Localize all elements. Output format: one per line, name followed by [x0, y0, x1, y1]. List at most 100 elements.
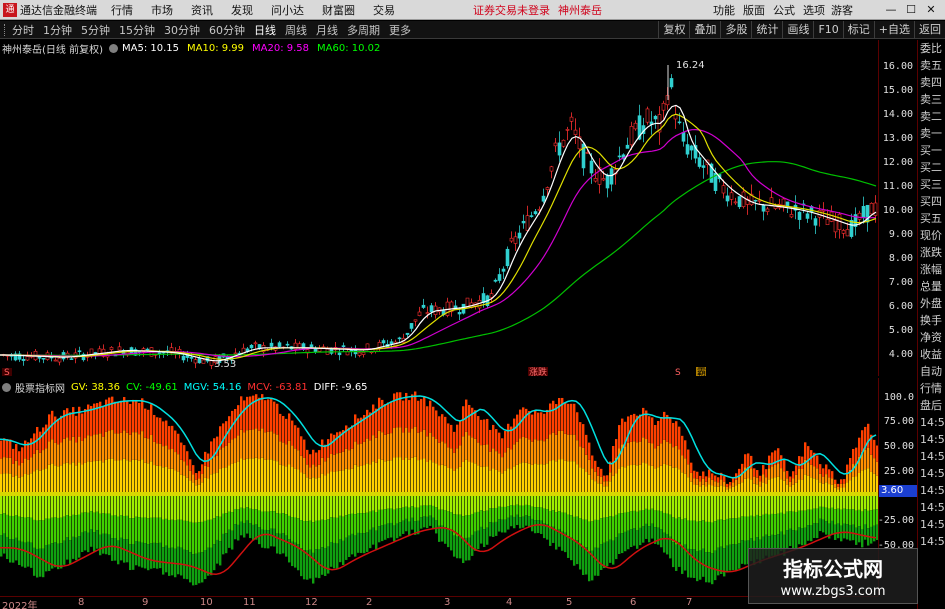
- cv-bar: [81, 496, 84, 513]
- candle-body: [753, 199, 758, 202]
- side-earnings[interactable]: 收益: [918, 346, 945, 363]
- tool-fuquan[interactable]: 复权: [658, 20, 689, 39]
- period-multi[interactable]: 多周期: [347, 22, 380, 38]
- period-15min[interactable]: 15分钟: [119, 22, 155, 38]
- side-turnover[interactable]: 换手: [918, 312, 945, 329]
- side-sell2[interactable]: 卖二: [918, 108, 945, 125]
- menu-gongneng[interactable]: 功能: [713, 2, 735, 18]
- period-5min[interactable]: 5分钟: [81, 22, 110, 38]
- cv-bar: [789, 510, 792, 529]
- side-price[interactable]: 现价: [918, 227, 945, 244]
- gv-bar: [675, 421, 678, 446]
- cv-bar: [540, 496, 543, 508]
- gv-bar: [147, 409, 150, 439]
- menu-jiaoyi[interactable]: 交易: [373, 2, 395, 18]
- gv-bar: [192, 482, 195, 492]
- gv-bar: [687, 477, 690, 492]
- cv-bar: [153, 542, 156, 569]
- side-buy3[interactable]: 买三: [918, 176, 945, 193]
- gv-bar: [765, 477, 768, 485]
- menu-gongshi[interactable]: 公式: [773, 2, 795, 18]
- tool-biaoji[interactable]: 标记: [842, 20, 874, 39]
- cv-bar: [192, 554, 195, 586]
- toolbar-grip-icon[interactable]: [4, 23, 10, 36]
- cv-bar: [429, 504, 432, 516]
- side-buy1[interactable]: 买一: [918, 142, 945, 159]
- gv-bar: [495, 469, 498, 492]
- gv-bar: [702, 478, 705, 485]
- tool-f10[interactable]: F10: [813, 20, 842, 39]
- side-weibi[interactable]: 委比: [918, 40, 945, 57]
- side-outer[interactable]: 外盘: [918, 295, 945, 312]
- cv-bar: [411, 496, 414, 507]
- period-30min[interactable]: 30分钟: [164, 22, 200, 38]
- period-daily[interactable]: 日线: [254, 22, 276, 38]
- gv-bar: [495, 429, 498, 452]
- menu-caifuquan[interactable]: 财富圈: [322, 2, 355, 18]
- side-auto[interactable]: 自动: [918, 363, 945, 380]
- period-monthly[interactable]: 月线: [316, 22, 338, 38]
- candlestick-chart[interactable]: 16.24 3.53 S 涨跌 S 霸: [0, 40, 878, 376]
- side-volume[interactable]: 总量: [918, 278, 945, 295]
- cv-bar: [297, 496, 300, 519]
- cv-bar: [93, 496, 96, 513]
- cv-bar: [435, 520, 438, 534]
- minimize-icon[interactable]: —: [881, 3, 901, 16]
- tool-tongji[interactable]: 统计: [751, 20, 782, 39]
- period-weekly[interactable]: 周线: [285, 22, 307, 38]
- guest-user[interactable]: 游客: [831, 2, 853, 18]
- menu-wenxiaoda[interactable]: 问小达: [271, 2, 304, 18]
- cv-bar: [567, 496, 570, 515]
- cv-bar: [795, 530, 798, 550]
- candle-body: [609, 168, 614, 185]
- close-icon[interactable]: ✕: [921, 3, 941, 16]
- menu-shichang[interactable]: 市场: [151, 2, 173, 18]
- period-60min[interactable]: 60分钟: [209, 22, 245, 38]
- cv-bar: [717, 519, 720, 548]
- login-notice[interactable]: 证券交易未登录: [473, 2, 550, 18]
- gv-bar: [468, 461, 471, 492]
- gv-bar: [129, 403, 132, 435]
- side-sell1[interactable]: 卖一: [918, 125, 945, 142]
- side-buy2[interactable]: 买二: [918, 159, 945, 176]
- cv-bar: [90, 496, 93, 512]
- tool-diejia[interactable]: 叠加: [689, 20, 720, 39]
- cv-bar: [720, 519, 723, 547]
- side-net-asset[interactable]: 净资: [918, 329, 945, 346]
- side-quote[interactable]: 行情: [918, 380, 945, 397]
- side-change-pct[interactable]: 涨幅: [918, 261, 945, 278]
- cv-bar: [672, 542, 675, 568]
- side-after-hours[interactable]: 盘后: [918, 397, 945, 414]
- gv-bar: [480, 419, 483, 446]
- cv-bar: [48, 544, 51, 572]
- side-sell5[interactable]: 卖五: [918, 57, 945, 74]
- tool-add-watchlist[interactable]: +自选: [873, 20, 914, 39]
- menu-xuanxiang[interactable]: 选项: [803, 2, 825, 18]
- side-sell4[interactable]: 卖四: [918, 74, 945, 91]
- side-sell3[interactable]: 卖三: [918, 91, 945, 108]
- cv-bar: [117, 540, 120, 565]
- menu-faxian[interactable]: 发现: [231, 2, 253, 18]
- tool-duogu[interactable]: 多股: [720, 20, 751, 39]
- gv-bar: [570, 434, 573, 462]
- indicator-chart[interactable]: [0, 378, 878, 596]
- tool-huaxian[interactable]: 画线: [782, 20, 813, 39]
- menu-zixun[interactable]: 资讯: [191, 2, 213, 18]
- period-more[interactable]: 更多: [389, 22, 411, 38]
- cv-bar: [417, 496, 420, 508]
- tool-back[interactable]: 返回: [914, 20, 945, 39]
- side-change[interactable]: 涨跌: [918, 244, 945, 261]
- side-buy5[interactable]: 买五: [918, 210, 945, 227]
- gv-bar: [150, 461, 153, 492]
- menu-banmian[interactable]: 版面: [743, 2, 765, 18]
- gv-bar: [531, 464, 534, 492]
- gv-bar: [123, 458, 126, 492]
- gv-bar: [591, 455, 594, 469]
- period-fenshi[interactable]: 分时: [12, 22, 34, 38]
- side-buy4[interactable]: 买四: [918, 193, 945, 210]
- maximize-icon[interactable]: ☐: [901, 3, 921, 16]
- menu-hangqing[interactable]: 行情: [111, 2, 133, 18]
- gv-bar: [96, 434, 99, 461]
- period-1min[interactable]: 1分钟: [43, 22, 72, 38]
- cv-bar: [465, 515, 468, 538]
